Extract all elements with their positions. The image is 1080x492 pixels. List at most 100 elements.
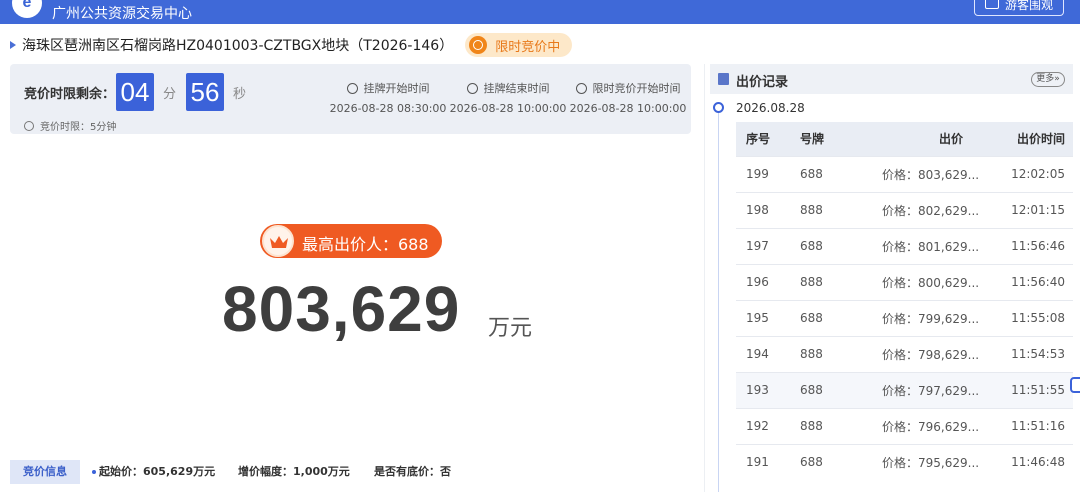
listing-title-row: 海珠区琶洲南区石榴岗路HZ0401003-CZTBGX地块（T2026-146）… <box>10 32 573 58</box>
cell-price: 价格：802,629... <box>874 191 1004 228</box>
bullet-dot <box>92 470 96 474</box>
table-row: 194 888 价格：798,629... 11:54:53 <box>736 335 1073 372</box>
timed-bid-start-value: 2026-08-28 10:00:00 <box>569 102 687 115</box>
cell-price: 价格：801,629... <box>874 227 1004 264</box>
cell-price: 价格：795,629... <box>874 443 1004 480</box>
listing-end-label: 挂牌结束时间 <box>483 82 550 95</box>
crown-icon <box>262 225 294 257</box>
table-row: 199 688 价格：803,629... 12:02:05 <box>736 155 1073 192</box>
table-row: 192 888 价格：796,629... 11:51:16 <box>736 407 1073 444</box>
record-list-icon <box>718 73 729 85</box>
table-row: 197 688 价格：801,629... 11:56:46 <box>736 227 1073 264</box>
bid-records-table: 序号 号牌 出价 出价时间 199 688 价格：803,629... 12:0… <box>736 122 1073 480</box>
cell-price: 价格：800,629... <box>874 263 1004 300</box>
highest-bidder-badge: 最高出价人：688 <box>260 224 442 258</box>
cell-plate: 888 <box>790 191 874 228</box>
top-header-bar: e 广州公共资源交易中心 游客围观 <box>0 0 1080 24</box>
column-header-plate: 号牌 <box>790 122 874 156</box>
table-row: 198 888 价格：802,629... 12:01:15 <box>736 191 1073 228</box>
timed-bid-start-label: 限时竞价开始时间 <box>592 82 681 95</box>
start-price-text: 起始价：605,629万元 <box>99 465 216 478</box>
cell-plate: 888 <box>790 263 874 300</box>
table-row: 193 688 价格：797,629... 11:51:55 <box>736 371 1073 408</box>
price-unit: 万元 <box>488 316 533 341</box>
cell-plate: 688 <box>790 155 874 192</box>
listing-end-time: 挂牌结束时间 2026-08-28 10:00:00 <box>448 80 568 115</box>
guest-view-label: 游客围观 <box>1004 0 1053 12</box>
column-header-seq: 序号 <box>736 122 790 156</box>
timeline-line <box>718 110 719 492</box>
listing-end-value: 2026-08-28 10:00:00 <box>449 102 567 115</box>
highest-bidder-label: 最高出价人：688 <box>302 235 429 254</box>
cell-seq: 198 <box>736 191 790 228</box>
minutes-unit: 分 <box>163 87 177 102</box>
cell-seq: 192 <box>736 407 790 444</box>
site-logo-icon: e <box>12 0 42 18</box>
cell-plate: 688 <box>790 371 874 408</box>
guest-view-button[interactable]: 游客围观 <box>973 0 1064 16</box>
cell-time: 11:55:08 <box>1004 299 1073 336</box>
cell-seq: 196 <box>736 263 790 300</box>
status-badge: 限时竞价中 <box>465 33 573 57</box>
cell-plate: 688 <box>790 299 874 336</box>
start-price-info: 起始价：605,629万元 <box>92 463 215 479</box>
time-limit-note: 竞价时限：5分钟 <box>24 118 116 133</box>
alarm-clock-icon <box>466 82 478 94</box>
cell-seq: 199 <box>736 155 790 192</box>
status-label: 限时竞价中 <box>495 39 561 55</box>
bid-records-header: 出价记录 更多» <box>710 64 1073 94</box>
cell-price: 价格：799,629... <box>874 299 1004 336</box>
timeline-date: 2026.08.28 <box>736 101 805 115</box>
site-title: 广州公共资源交易中心 <box>52 6 192 22</box>
cell-time: 11:51:55 <box>1004 371 1073 408</box>
cell-seq: 197 <box>736 227 790 264</box>
cell-time: 12:01:15 <box>1004 191 1073 228</box>
listing-start-value: 2026-08-28 08:30:00 <box>329 102 447 115</box>
cell-seq: 195 <box>736 299 790 336</box>
cell-time: 11:54:53 <box>1004 335 1073 372</box>
countdown-seconds: 56 <box>186 73 224 111</box>
cell-plate: 888 <box>790 335 874 372</box>
page-title: 海珠区琶洲南区石榴岗路HZ0401003-CZTBGX地块（T2026-146） <box>22 38 454 54</box>
table-row: 191 688 价格：795,629... 11:46:48 <box>736 443 1073 480</box>
table-row: 196 888 价格：800,629... 11:56:40 <box>736 263 1073 300</box>
column-header-time: 出价时间 <box>1004 122 1073 156</box>
timed-bid-start-time: 限时竞价开始时间 2026-08-28 10:00:00 <box>568 80 688 115</box>
cell-plate: 888 <box>790 407 874 444</box>
cell-plate: 688 <box>790 227 874 264</box>
table-header-row: 序号 号牌 出价 出价时间 <box>736 122 1073 156</box>
triangle-right-icon <box>10 41 16 49</box>
panel-divider <box>704 64 705 492</box>
time-limit-text: 竞价时限：5分钟 <box>40 122 117 133</box>
table-row: 195 688 价格：799,629... 11:55:08 <box>736 299 1073 336</box>
cell-price: 价格：798,629... <box>874 335 1004 372</box>
reserve-price-info: 是否有底价：否 <box>374 465 451 478</box>
cell-seq: 193 <box>736 371 790 408</box>
cell-price: 价格：796,629... <box>874 407 1004 444</box>
monitor-icon <box>984 0 999 9</box>
seconds-unit: 秒 <box>233 87 247 102</box>
bid-info-tab[interactable]: 竞价信息 <box>10 460 80 484</box>
timeline-dot <box>713 102 724 113</box>
cell-price: 价格：797,629... <box>874 371 1004 408</box>
cell-time: 11:51:16 <box>1004 407 1073 444</box>
cell-time: 12:02:05 <box>1004 155 1073 192</box>
cell-seq: 191 <box>736 443 790 480</box>
countdown-minutes: 04 <box>116 73 154 111</box>
countdown-label: 竞价时限剩余： <box>24 87 116 102</box>
cell-time: 11:56:40 <box>1004 263 1073 300</box>
cell-plate: 688 <box>790 443 874 480</box>
alarm-clock-icon <box>575 82 587 94</box>
cell-price: 价格：803,629... <box>874 155 1004 192</box>
increment-info: 增价幅度：1,000万元 <box>238 465 350 478</box>
listing-start-time: 挂牌开始时间 2026-08-28 08:30:00 <box>328 80 448 115</box>
column-header-price: 出价 <box>874 122 1004 156</box>
current-highest-price: 803,629 <box>222 273 461 345</box>
cell-time: 11:46:48 <box>1004 443 1073 480</box>
clock-icon <box>469 36 488 54</box>
more-button[interactable]: 更多» <box>1031 72 1065 87</box>
cell-seq: 194 <box>736 335 790 372</box>
listing-start-label: 挂牌开始时间 <box>363 82 430 95</box>
countdown-panel: 竞价时限剩余： 04 分 56 秒 竞价时限：5分钟 挂牌开始时间 2026-0… <box>10 64 691 134</box>
side-tool-icon[interactable] <box>1070 377 1080 393</box>
